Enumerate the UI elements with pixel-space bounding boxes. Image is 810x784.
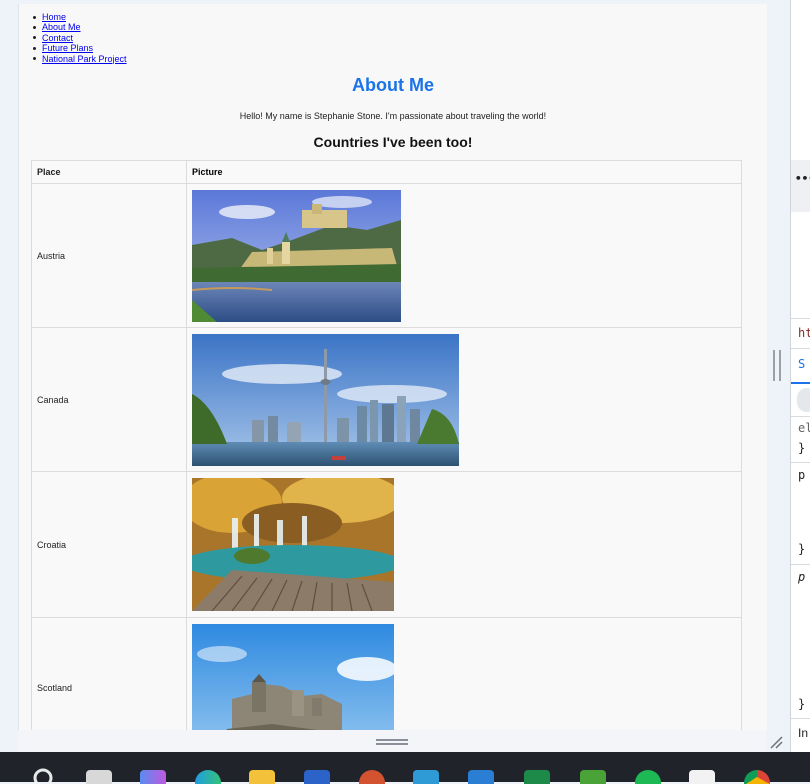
nav-item-contact: Contact — [32, 33, 127, 43]
table-row: Canada — [32, 328, 741, 472]
nav-link-contact[interactable]: Contact — [42, 33, 73, 43]
place-cell: Canada — [32, 328, 187, 471]
picture-cell — [187, 472, 741, 617]
browser-viewport: Home About Me Contact Future Plans Natio… — [18, 4, 767, 730]
nav-list: Home About Me Contact Future Plans Natio… — [32, 12, 127, 64]
taskbar — [0, 752, 810, 784]
devtools-text: p — [798, 468, 806, 482]
nav-item-home: Home — [32, 12, 127, 22]
header-picture: Picture — [192, 167, 223, 177]
devtools-text: ht — [798, 326, 810, 340]
place-cell: Scotland — [32, 618, 187, 730]
table-header-row: Place Picture — [32, 161, 741, 184]
devtools-text: In — [798, 726, 809, 740]
divider — [791, 462, 810, 463]
table-row: Scotland — [32, 618, 741, 730]
devtools-text: } — [798, 697, 806, 711]
nav-link-about[interactable]: About Me — [42, 22, 81, 32]
page-title: About Me — [352, 75, 434, 95]
devtools-text: p — [798, 570, 806, 584]
panel-splitter[interactable] — [773, 350, 781, 381]
search-icon[interactable] — [31, 766, 55, 782]
scottish-castle-photo — [192, 624, 394, 730]
devtools-text: el — [798, 421, 810, 435]
picture-cell — [187, 618, 741, 730]
nav-link-national-park[interactable]: National Park Project — [42, 54, 127, 64]
section-subtitle: Countries I've been too! — [313, 134, 473, 150]
devtools-text: } — [798, 542, 806, 556]
intro-text: Hello! My name is Stephanie Stone. I'm p… — [239, 111, 547, 121]
nav-item-future-plans: Future Plans — [32, 43, 127, 53]
resize-grip-icon[interactable] — [768, 734, 784, 750]
divider — [791, 718, 810, 719]
table-row: Austria — [32, 184, 741, 328]
place-cell: Croatia — [32, 472, 187, 617]
nav-item-national-park: National Park Project — [32, 54, 127, 64]
picture-cell — [187, 328, 741, 471]
devtools-toolbar — [791, 160, 810, 212]
filter-input[interactable] — [797, 388, 810, 412]
countries-table: Place Picture Austria Canada Croatia Sco… — [31, 160, 742, 730]
place-cell: Austria — [32, 184, 187, 327]
divider — [791, 348, 810, 349]
more-dots-icon[interactable]: ••• — [795, 172, 810, 185]
toronto-skyline-cn-tower-photo — [192, 334, 459, 466]
divider — [791, 564, 810, 565]
nav-link-future-plans[interactable]: Future Plans — [42, 43, 93, 53]
devtools-tab-label: S — [798, 357, 806, 371]
waterfall-lake-boardwalk-photo — [192, 478, 394, 611]
devtools-text: } — [798, 441, 806, 455]
header-place: Place — [32, 161, 187, 183]
divider — [791, 416, 810, 417]
table-row: Croatia — [32, 472, 741, 618]
nav-item-about: About Me — [32, 22, 127, 32]
drawer-drag-handle[interactable] — [376, 739, 408, 745]
devtools-panel: ••• ht S el } p } p } In — [790, 0, 810, 752]
austria-castle-river-photo — [192, 190, 401, 322]
divider — [791, 318, 810, 319]
nav-link-home[interactable]: Home — [42, 12, 66, 22]
picture-cell — [187, 184, 741, 327]
